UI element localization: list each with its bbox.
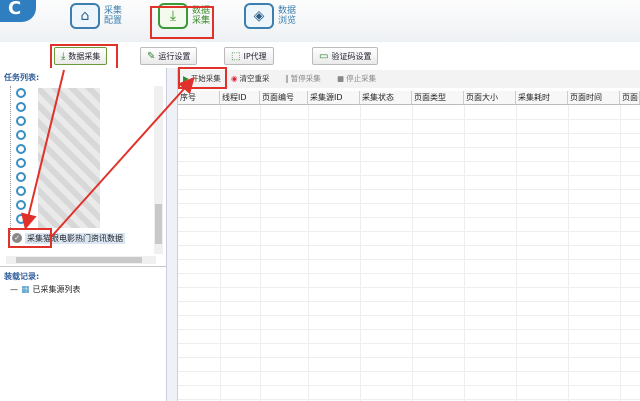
wrench-icon: ✎ xyxy=(147,50,156,62)
clear-recollect-button[interactable]: ◉ 清空重采 xyxy=(228,71,273,86)
top-navigation: C ⌂ 采集 配置 ⤓ 数据 采集 ◈ 数据 浏览 xyxy=(0,0,640,42)
column-header[interactable]: 页面大小 xyxy=(464,91,516,105)
column-header[interactable]: 页面时间 xyxy=(568,91,620,105)
task-list-title: 任务列表: xyxy=(4,73,40,82)
frame-icon: ⬚ xyxy=(231,50,241,62)
task-node-icon[interactable] xyxy=(16,116,26,126)
control-bar: ▶ 开始采集 ◉ 清空重采 ‖ 暂停采集 ■ 停止采集 xyxy=(178,70,640,88)
task-node-icon[interactable] xyxy=(16,200,26,210)
tree-vertical-scrollbar[interactable] xyxy=(154,86,163,254)
layers-icon: ◈ xyxy=(244,3,274,29)
task-node-icon[interactable] xyxy=(16,186,26,196)
task-node-icon[interactable] xyxy=(16,214,26,224)
highlight-box xyxy=(8,228,52,248)
captcha-icon: ▭ xyxy=(319,50,329,62)
column-header[interactable]: 序号 xyxy=(178,91,220,105)
column-header[interactable]: 采集源ID xyxy=(308,91,360,105)
column-header[interactable]: 页面 xyxy=(620,91,640,105)
stop-collect-button[interactable]: ■ 停止采集 xyxy=(334,71,379,86)
tab-ip-proxy[interactable]: ⬚ IP代理 xyxy=(224,47,274,65)
highlight-box xyxy=(178,67,227,89)
redacted-area xyxy=(38,88,100,228)
task-node-icon[interactable] xyxy=(16,102,26,112)
column-header[interactable]: 页面编号 xyxy=(260,91,308,105)
highlight-box xyxy=(150,6,214,39)
chart-icon: ▦ xyxy=(21,284,30,295)
nav-collect-config[interactable]: ⌂ 采集 配置 xyxy=(70,3,126,29)
log-title: 装载记录: xyxy=(4,272,40,281)
record-icon: ◉ xyxy=(231,74,238,83)
app-logo: C xyxy=(0,0,36,22)
task-node-icon[interactable] xyxy=(16,88,26,98)
column-header[interactable]: 采集耗时 xyxy=(516,91,568,105)
tab-captcha-settings[interactable]: ▭ 验证码设置 xyxy=(312,47,379,65)
log-item[interactable]: — ▦ 已采集源列表 xyxy=(10,284,81,295)
nav-data-browse[interactable]: ◈ 数据 浏览 xyxy=(244,3,300,29)
panel-splitter[interactable] xyxy=(166,68,178,401)
home-icon: ⌂ xyxy=(70,3,100,29)
task-node-icon[interactable] xyxy=(16,158,26,168)
column-header[interactable]: 采集状态 xyxy=(360,91,412,105)
highlight-box xyxy=(50,44,118,70)
tab-run-settings[interactable]: ✎ 运行设置 xyxy=(140,47,198,65)
column-header[interactable]: 页面类型 xyxy=(412,91,464,105)
stop-icon: ■ xyxy=(337,74,345,83)
column-header[interactable]: 线程ID xyxy=(220,91,260,105)
collect-grid: 序号 线程ID 页面编号 采集源ID 采集状态 页面类型 页面大小 采集耗时 页… xyxy=(178,91,640,401)
task-node-icon[interactable] xyxy=(16,130,26,140)
pause-collect-button[interactable]: ‖ 暂停采集 xyxy=(282,71,324,86)
task-node-icon[interactable] xyxy=(16,172,26,182)
pause-icon: ‖ xyxy=(285,74,289,83)
task-node-icon[interactable] xyxy=(16,144,26,154)
tree-horizontal-scrollbar[interactable] xyxy=(6,256,156,264)
